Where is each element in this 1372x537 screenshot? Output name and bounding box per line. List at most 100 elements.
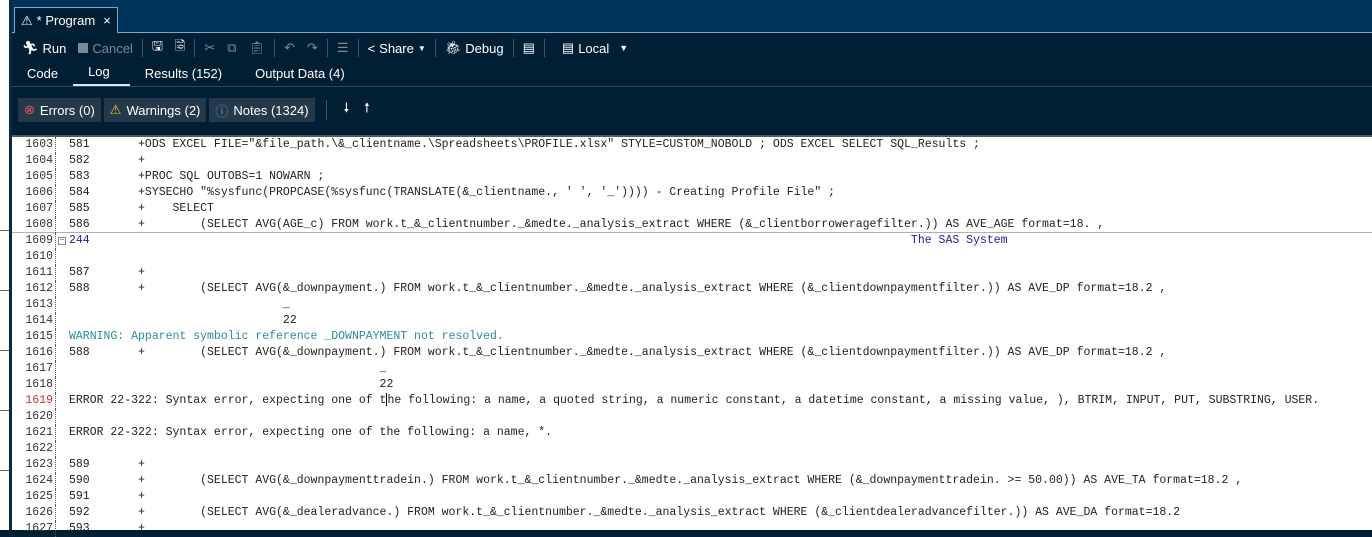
errors-filter[interactable]: ⊗ Errors (0) (18, 98, 101, 122)
info-icon: ⓘ (215, 103, 229, 119)
log-text: 588 + (SELECT AVG(&_downpayment.) FROM w… (69, 346, 1167, 359)
line-number: 1619 (12, 393, 56, 409)
collapse-icon[interactable]: − (58, 237, 66, 245)
log-text: 593 + (69, 522, 145, 535)
log-line: 1617 _ (12, 361, 1372, 377)
log-line: 1614 22 (12, 313, 1372, 329)
log-line: 1624 590 + (SELECT AVG(&_downpaymenttrade… (12, 473, 1372, 489)
log-line: 1626 592 + (SELECT AVG(&_dealeradvance.) … (12, 505, 1372, 521)
server-icon: ▤ (561, 40, 575, 55)
redo-button[interactable]: ↷ (301, 40, 324, 56)
log-text: 591 + (69, 490, 145, 503)
tab-program[interactable]: ⚠ * Program × (14, 7, 118, 33)
log-text: 582 + (69, 154, 145, 167)
tab-output-data[interactable]: Output Data (4) (237, 66, 360, 86)
line-number: 1606 (12, 185, 56, 201)
line-number: 1605 (12, 169, 56, 185)
run-icon: 🏃︎ (22, 40, 39, 55)
log-line: 1612 588 + (SELECT AVG(&_downpayment.) FR… (12, 281, 1372, 297)
bug-icon: 🐞︎ (444, 40, 462, 55)
share-button[interactable]: < Share ▼ (362, 41, 432, 56)
log-text: 586 + (SELECT AVG(AGE_c) FROM work.t_&_c… (69, 218, 1105, 231)
log-line: 1619 ERROR 22-322: Syntax error, expectin… (12, 393, 1372, 409)
previous-button[interactable]: 🠕 (358, 99, 376, 121)
line-number: 1615 (12, 329, 56, 345)
divider (434, 39, 436, 57)
cancel-button[interactable]: Cancel (72, 41, 138, 56)
log-text: WARNING: Apparent symbolic reference _DO… (69, 330, 504, 343)
paste-button[interactable]: 📋︎ (243, 40, 272, 56)
line-number: 1612 (12, 281, 56, 297)
divider (357, 39, 359, 57)
debug-button[interactable]: 🐞︎ Debug (439, 40, 510, 56)
log-line: 1605 583 +PROC SQL OUTOBS=1 NOWARN ; (12, 169, 1372, 185)
log-text: 589 + (69, 458, 145, 471)
log-line: 1611 587 + (12, 265, 1372, 281)
warning-icon: ⚠ (21, 12, 33, 28)
log-text: 585 + SELECT (69, 202, 214, 215)
log-line: 1606 584 +SYSECHO "%sysfunc(PROPCASE(%sys… (12, 185, 1372, 201)
tab-log[interactable]: Log (73, 64, 130, 86)
log-viewer[interactable]: 1603 581 +ODS EXCEL FILE="&file_path.\&_c… (12, 135, 1372, 537)
stop-icon (78, 43, 89, 53)
copy-button[interactable]: ⧉ (221, 40, 242, 56)
line-number: 1624 (12, 473, 56, 489)
run-button[interactable]: 🏃︎ Run (16, 40, 72, 56)
line-number: 1623 (12, 457, 56, 473)
tab-title: * Program (36, 13, 96, 28)
scissors-icon: ✂ (204, 40, 216, 55)
divider (325, 100, 327, 120)
line-number: 1603 (12, 137, 56, 153)
log-line: 1610 (12, 249, 1372, 265)
cut-button[interactable]: ✂ (198, 40, 221, 56)
tab-bar: ⚠ * Program × (12, 0, 1372, 33)
log-text: ERROR 22-322: Syntax error, expecting on… (69, 393, 1320, 407)
share-icon: < (367, 40, 376, 56)
arrow-down-icon: 🠗 (343, 100, 350, 115)
error-icon: ⊗ (24, 102, 35, 117)
log-text: 587 + (69, 266, 145, 279)
log-line: 1609−244 The SAS System (12, 233, 1372, 249)
divider (326, 39, 328, 57)
log-line: 1618 22 (12, 377, 1372, 393)
save-as-icon: 🗟 (174, 38, 186, 53)
next-button[interactable]: 🠗 (338, 99, 356, 121)
log-text: 584 +SYSECHO "%sysfunc(PROPCASE(%sysfunc… (69, 186, 836, 199)
line-number: 1609 (12, 233, 56, 249)
format-code-button[interactable]: ☰ (331, 40, 355, 56)
log-text: 588 + (SELECT AVG(&_downpayment.) FROM w… (69, 282, 1167, 295)
dropdown-icon: ▼ (417, 43, 426, 53)
log-text: _ (69, 298, 290, 311)
view-tabs: Code Log Results (152) Output Data (4) (12, 63, 1372, 87)
tab-code[interactable]: Code (12, 66, 73, 86)
line-number: 1622 (12, 441, 56, 457)
warning-icon: ⚠ (109, 102, 122, 117)
log-text: 581 +ODS EXCEL FILE="&file_path.\&_clien… (69, 138, 980, 151)
line-number: 1625 (12, 489, 56, 505)
line-number: 1617 (12, 361, 56, 377)
save-as-button[interactable]: 🗟 (169, 37, 191, 59)
options-button[interactable]: ▤ (517, 40, 541, 56)
log-line: 1620 (12, 409, 1372, 425)
undo-icon: ↶ (284, 40, 295, 55)
log-text: ERROR 22-322: Syntax error, expecting on… (69, 426, 553, 439)
log-line: 1627 593 + (12, 521, 1372, 537)
undo-button[interactable]: ↶ (278, 40, 301, 56)
log-line: 1625 591 + (12, 489, 1372, 505)
warnings-filter[interactable]: ⚠ Warnings (2) (103, 98, 207, 122)
copy-icon: ⧉ (227, 40, 237, 55)
tab-results[interactable]: Results (152) (130, 66, 237, 86)
line-number: 1613 (12, 297, 56, 313)
line-number: 1608 (12, 217, 56, 233)
server-select[interactable]: ▤ Local ▼ (556, 40, 634, 56)
line-number: 1626 (12, 505, 56, 521)
log-line: 1613 _ (12, 297, 1372, 313)
close-icon[interactable]: × (103, 13, 111, 28)
toolbar: 🏃︎ Run Cancel 🖫 🗟 ✂ ⧉ 📋︎ ↶ ↷ ☰ < Share ▼ 🐞︎… (12, 33, 1372, 63)
background-window-edge (0, 0, 12, 530)
line-number: 1610 (12, 249, 56, 265)
save-button[interactable]: 🖫 (146, 37, 169, 59)
arrow-up-icon: 🠕 (364, 100, 370, 115)
line-number: 1616 (12, 345, 56, 361)
notes-filter[interactable]: ⓘ Notes (1324) (209, 98, 315, 122)
